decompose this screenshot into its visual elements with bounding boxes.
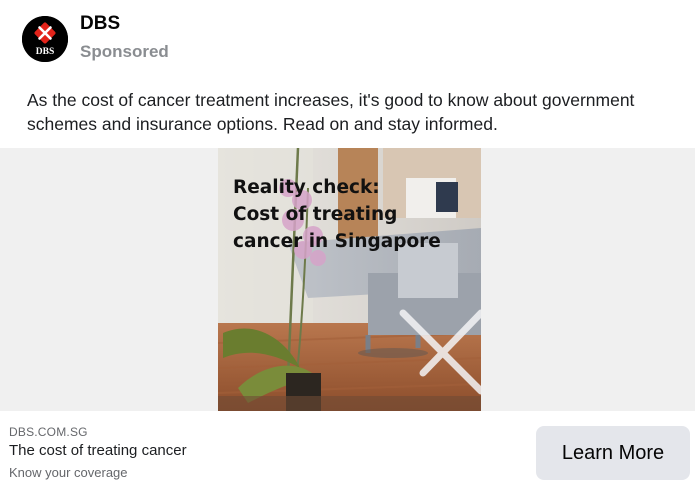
ad-headline-line: Reality check: — [233, 177, 380, 198]
ad-media: Reality check: Cost of treating cancer i… — [0, 148, 695, 411]
link-title[interactable]: The cost of treating cancer — [9, 442, 187, 459]
learn-more-button[interactable]: Learn More — [536, 426, 690, 480]
post-text: As the cost of cancer treatment increase… — [27, 90, 635, 134]
ad-headline: Reality check: Cost of treating cancer i… — [233, 174, 441, 255]
ad-headline-line: cancer in Singapore — [233, 231, 441, 252]
page-name[interactable]: DBS — [80, 13, 120, 35]
dbs-logo-icon: DBS — [22, 16, 68, 62]
ad-image[interactable]: Reality check: Cost of treating cancer i… — [218, 148, 481, 411]
post-header: DBS DBS Sponsored — [0, 0, 695, 80]
link-preview[interactable]: DBS.COM.SG The cost of treating cancer K… — [0, 411, 695, 490]
link-description: Know your coverage — [9, 465, 128, 480]
link-domain: DBS.COM.SG — [9, 425, 88, 439]
sponsored-label: Sponsored — [80, 42, 169, 61]
avatar-logo-text: DBS — [36, 47, 54, 57]
avatar[interactable]: DBS — [22, 16, 68, 62]
sponsored-post: DBS DBS Sponsored As the cost of cancer … — [0, 0, 695, 490]
ad-headline-line: Cost of treating — [233, 204, 398, 225]
